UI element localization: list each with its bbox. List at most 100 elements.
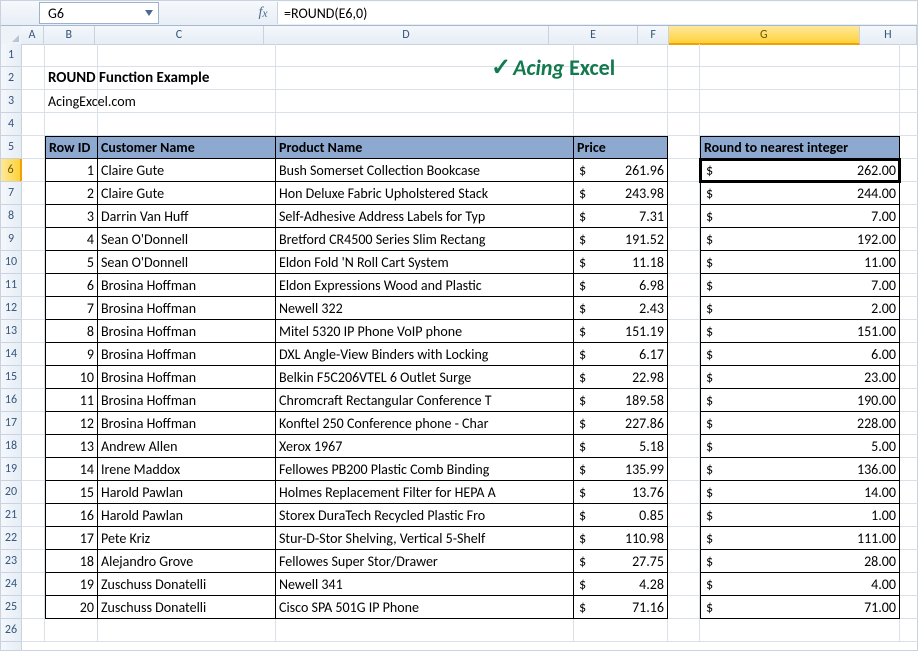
cell-rowid[interactable]: 7: [45, 297, 98, 320]
cell-rowid[interactable]: 4: [45, 228, 98, 251]
cell-customer[interactable]: Harold Pawlan: [98, 481, 276, 504]
cell-round[interactable]: $228.00: [700, 412, 900, 435]
column-header-F[interactable]: F: [638, 26, 669, 44]
cell-bg[interactable]: [668, 297, 700, 320]
cell-product[interactable]: Hon Deluxe Fabric Upholstered Stack: [276, 182, 574, 205]
cell-price[interactable]: $6.98: [574, 274, 668, 297]
cell-bg[interactable]: [276, 619, 574, 642]
cell-product[interactable]: Holmes Replacement Filter for HEPA A: [276, 481, 574, 504]
cell-bg[interactable]: [21, 389, 45, 412]
cell-price[interactable]: $227.86: [574, 412, 668, 435]
cell-round[interactable]: $6.00: [700, 343, 900, 366]
cell-rowid[interactable]: 1: [45, 159, 98, 182]
column-header-G[interactable]: G: [669, 26, 860, 45]
cell-bg[interactable]: [21, 412, 45, 435]
row-header-7[interactable]: 7: [1, 182, 21, 205]
cell-bg[interactable]: [21, 435, 45, 458]
cell-round[interactable]: $7.00: [700, 274, 900, 297]
hdr-customer[interactable]: Customer Name: [98, 136, 276, 159]
cell-rowid[interactable]: 3: [45, 205, 98, 228]
cell-bg[interactable]: [668, 90, 700, 113]
cell-bg[interactable]: [21, 136, 45, 159]
cell-price[interactable]: $6.17: [574, 343, 668, 366]
cell-customer[interactable]: Brosina Hoffman: [98, 343, 276, 366]
cell-round[interactable]: $4.00: [700, 573, 900, 596]
cell-bg[interactable]: [900, 136, 918, 159]
cell-bg[interactable]: [700, 44, 900, 67]
cell-price[interactable]: $261.96: [574, 159, 668, 182]
cell-bg[interactable]: [45, 619, 98, 642]
cell-bg[interactable]: [21, 44, 45, 67]
cell-round[interactable]: $5.00: [700, 435, 900, 458]
cell-product[interactable]: DXL Angle-View Binders with Locking: [276, 343, 574, 366]
cell-price[interactable]: $71.16: [574, 596, 668, 619]
cell-bg[interactable]: [668, 251, 700, 274]
cell-price[interactable]: $110.98: [574, 527, 668, 550]
cell-bg[interactable]: [276, 113, 574, 136]
cell-bg[interactable]: [21, 458, 45, 481]
cell-product[interactable]: Bretford CR4500 Series Slim Rectang: [276, 228, 574, 251]
cell-bg[interactable]: [21, 596, 45, 619]
cell-bg[interactable]: [21, 573, 45, 596]
fx-icon[interactable]: fx: [249, 5, 277, 21]
cell-bg[interactable]: [668, 343, 700, 366]
cell-product[interactable]: Storex DuraTech Recycled Plastic Fro: [276, 504, 574, 527]
cell-bg[interactable]: [900, 389, 918, 412]
cell-bg[interactable]: [45, 44, 98, 67]
cell-bg[interactable]: [900, 44, 918, 67]
cell-bg[interactable]: [900, 458, 918, 481]
cell-price[interactable]: $27.75: [574, 550, 668, 573]
cell-bg[interactable]: [21, 320, 45, 343]
cell-bg[interactable]: [900, 435, 918, 458]
cell-bg[interactable]: [668, 412, 700, 435]
cell-round[interactable]: $111.00: [700, 527, 900, 550]
cell-bg[interactable]: [276, 90, 574, 113]
cell-bg[interactable]: [45, 113, 98, 136]
cell-product[interactable]: Newell 322: [276, 297, 574, 320]
cell-bg[interactable]: [21, 67, 45, 90]
row-header-11[interactable]: 11: [1, 274, 21, 297]
cell-customer[interactable]: Brosina Hoffman: [98, 366, 276, 389]
cell-bg[interactable]: [900, 228, 918, 251]
cell-bg[interactable]: [900, 504, 918, 527]
row-header-13[interactable]: 13: [1, 320, 21, 343]
cell-rowid[interactable]: 14: [45, 458, 98, 481]
column-header-H[interactable]: H: [860, 26, 917, 44]
cell-bg[interactable]: [98, 113, 276, 136]
cell-round[interactable]: $1.00: [700, 504, 900, 527]
cell-bg[interactable]: [900, 297, 918, 320]
cell-price[interactable]: $7.31: [574, 205, 668, 228]
cell-bg[interactable]: [574, 619, 668, 642]
cell-product[interactable]: Eldon Fold 'N Roll Cart System: [276, 251, 574, 274]
cell-bg[interactable]: [21, 228, 45, 251]
row-header-21[interactable]: 21: [1, 504, 21, 527]
cell-bg[interactable]: [900, 412, 918, 435]
cell-rowid[interactable]: 5: [45, 251, 98, 274]
row-header-17[interactable]: 17: [1, 412, 21, 435]
cell-product[interactable]: Stur-D-Stor Shelving, Vertical 5-Shelf: [276, 527, 574, 550]
cell-bg[interactable]: [900, 481, 918, 504]
cell-rowid[interactable]: 6: [45, 274, 98, 297]
cell-round[interactable]: $192.00: [700, 228, 900, 251]
row-header-22[interactable]: 22: [1, 527, 21, 550]
cell-product[interactable]: Newell 341: [276, 573, 574, 596]
cell-round[interactable]: $28.00: [700, 550, 900, 573]
cell-bg[interactable]: [21, 527, 45, 550]
row-header-15[interactable]: 15: [1, 366, 21, 389]
row-header-19[interactable]: 19: [1, 458, 21, 481]
cell-bg[interactable]: [668, 481, 700, 504]
cell-bg[interactable]: [668, 389, 700, 412]
column-header-B[interactable]: B: [44, 26, 95, 44]
cell-bg[interactable]: [574, 90, 668, 113]
cell-bg[interactable]: [21, 205, 45, 228]
cell-bg[interactable]: [668, 44, 700, 67]
cell-bg[interactable]: [21, 343, 45, 366]
cell-price[interactable]: $11.18: [574, 251, 668, 274]
cell-bg[interactable]: [668, 596, 700, 619]
cell-bg[interactable]: [668, 159, 700, 182]
hdr-price[interactable]: Price: [574, 136, 668, 159]
cell-product[interactable]: Mitel 5320 IP Phone VoIP phone: [276, 320, 574, 343]
row-header-3[interactable]: 3: [1, 90, 21, 113]
row-header-9[interactable]: 9: [1, 228, 21, 251]
row-header-6[interactable]: 6: [1, 159, 22, 182]
